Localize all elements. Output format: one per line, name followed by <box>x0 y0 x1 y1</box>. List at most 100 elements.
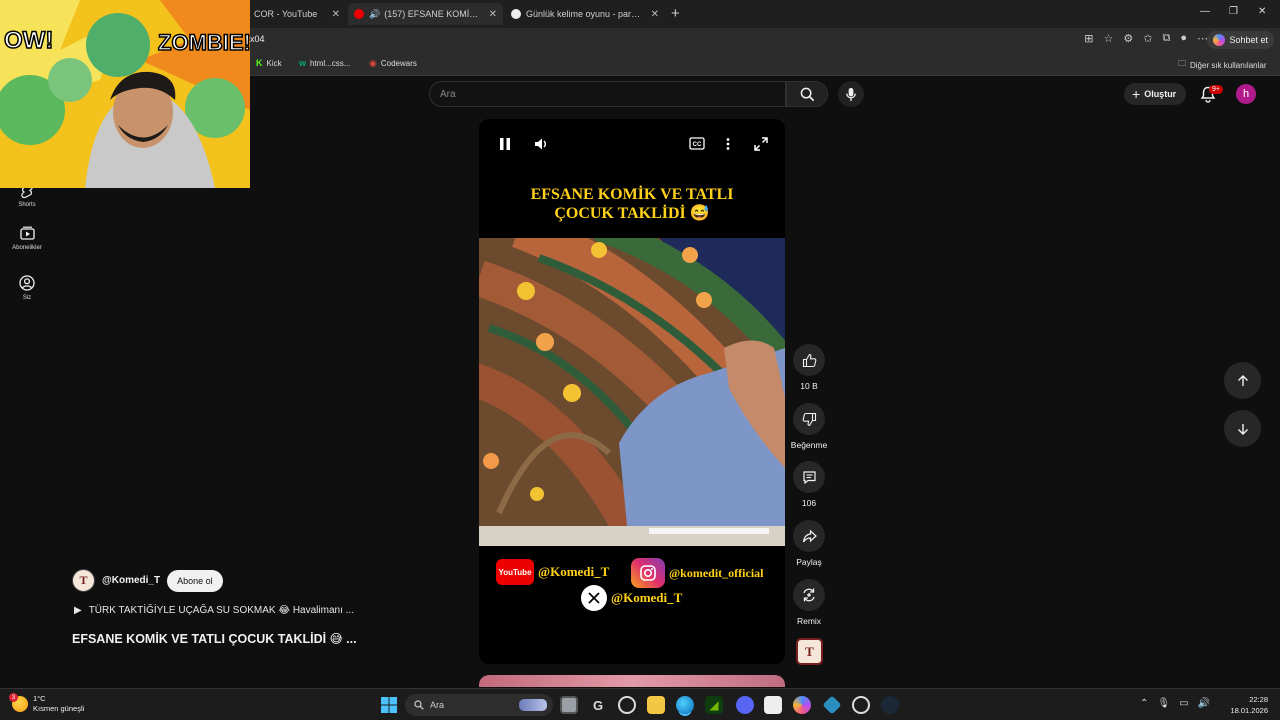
tray-volume-icon[interactable]: 🔊 <box>1198 698 1210 709</box>
favorite-star-icon[interactable]: ☆ <box>1104 32 1114 45</box>
collections-icon[interactable]: ⧉ <box>1162 32 1170 45</box>
chatgpt-icon[interactable] <box>618 696 636 714</box>
sidebar-item-label: Shorts <box>18 202 36 208</box>
bookmark-label: html...css... <box>310 58 351 68</box>
sidebar-item-you[interactable]: Siz <box>6 275 48 301</box>
restore-icon[interactable]: ❐ <box>1229 6 1238 17</box>
shorts-player[interactable]: CC EFSANE KOMİK VE TATLI ÇOCUK TAKLİDİ 😅 <box>479 119 785 664</box>
bookmark-html-css[interactable]: w html...css... <box>299 58 350 68</box>
subscriptions-icon <box>19 226 35 240</box>
overlay-title-line: EFSANE KOMİK VE TATLI <box>530 186 734 203</box>
search-input[interactable] <box>430 82 785 106</box>
copilot-button[interactable]: Sohbet et <box>1207 31 1274 49</box>
url-field[interactable]: x04 <box>250 34 265 44</box>
tray-overflow-icon[interactable]: ⌃ <box>1140 698 1148 709</box>
share-button[interactable] <box>793 520 825 552</box>
close-icon[interactable]: ✕ <box>332 9 340 20</box>
file-explorer-icon[interactable] <box>647 696 665 714</box>
webcam-text-left: OW! <box>4 27 53 54</box>
comment-count: 106 <box>801 498 817 508</box>
account-avatar[interactable]: h <box>1236 84 1256 104</box>
tab-title: COR - YouTube <box>254 9 318 19</box>
weather-widget[interactable]: 3 1°C Kısmen güneşli <box>9 693 85 714</box>
share-label: Paylaş <box>796 557 822 567</box>
copilot-taskbar-icon[interactable]: G <box>589 696 607 714</box>
minimize-icon[interactable]: — <box>1200 6 1210 17</box>
create-button[interactable]: + Oluştur <box>1124 83 1187 105</box>
bookmark-label: Diğer sık kullanılanlar <box>1190 60 1267 70</box>
social-x: @Komedi_T <box>581 585 682 611</box>
remix-button[interactable] <box>793 579 825 611</box>
next-short-preview[interactable] <box>479 675 785 687</box>
copilot-app-icon[interactable] <box>793 696 811 714</box>
app-icon[interactable] <box>764 696 782 714</box>
vscode-icon[interactable] <box>822 695 842 715</box>
new-tab-icon[interactable]: + <box>671 5 680 22</box>
extensions-icon[interactable]: ⚙ <box>1123 32 1133 45</box>
task-view-icon[interactable] <box>560 696 578 714</box>
channel-name[interactable]: @Komedi_T <box>102 575 160 586</box>
profile-icon[interactable]: ● <box>1180 32 1187 45</box>
video-frame-image <box>479 238 785 546</box>
comments-button[interactable] <box>793 461 825 493</box>
subscribe-button[interactable]: Abone ol <box>167 569 223 592</box>
close-icon[interactable]: ✕ <box>651 9 659 20</box>
apps-icon[interactable]: ⊞ <box>1084 32 1093 45</box>
bookmark-codewars[interactable]: ◉ Codewars <box>369 58 417 69</box>
remix-label: Remix <box>796 616 822 626</box>
fullscreen-icon[interactable] <box>754 137 768 151</box>
next-short-button[interactable] <box>1224 410 1261 447</box>
speaker-icon[interactable]: 🔊 <box>369 9 380 20</box>
tab-current-video[interactable]: 🔊 (157) EFSANE KOMİK VE TATLI ÇOCUK TAKL… <box>348 3 503 25</box>
sidebar-item-label: Abonelikler <box>12 245 42 251</box>
tab-parolla[interactable]: Günlük kelime oyunu - parolla - K ✕ <box>505 3 665 25</box>
video-title[interactable]: EFSANE KOMİK VE TATLI ÇOCUK TAKLİDİ 😅 ..… <box>72 631 357 646</box>
volume-icon[interactable] <box>534 137 548 151</box>
edge-browser-icon[interactable] <box>676 696 694 714</box>
more-options-icon[interactable] <box>725 137 731 151</box>
temperature: 1°C <box>33 694 46 703</box>
kick-icon: K <box>256 58 263 68</box>
more-menu-icon[interactable]: ⋯ <box>1197 32 1208 45</box>
search-button[interactable] <box>786 81 828 107</box>
bookmark-kick[interactable]: K Kick <box>256 58 282 68</box>
like-button[interactable] <box>793 344 825 376</box>
previous-short-button[interactable] <box>1224 362 1261 399</box>
instagram-logo-icon <box>631 558 665 588</box>
tab-title: Günlük kelime oyunu - parolla - K <box>526 9 645 19</box>
search-icon <box>800 87 814 101</box>
plus-icon: + <box>1132 86 1141 102</box>
discord-icon[interactable] <box>736 696 754 714</box>
social-handle: @Komedi_T <box>611 590 683 605</box>
windows-start-icon[interactable] <box>381 697 397 713</box>
comment-icon <box>802 470 816 484</box>
captions-icon[interactable]: CC <box>689 137 705 150</box>
taskbar-search[interactable]: Ara <box>405 694 553 716</box>
weather-description: Kısmen güneşli <box>33 704 85 713</box>
sidebar-item-subscriptions[interactable]: Abonelikler <box>6 226 48 251</box>
tray-display-icon[interactable]: ▭ <box>1179 698 1188 709</box>
video-frame <box>479 238 785 546</box>
close-icon[interactable]: ✕ <box>489 9 497 20</box>
voice-search-button[interactable] <box>838 81 864 107</box>
github-icon[interactable] <box>852 696 870 714</box>
dislike-button[interactable] <box>793 403 825 435</box>
nvidia-icon[interactable]: ◢ <box>705 696 723 714</box>
youtube-logo-icon: YouTube <box>496 559 534 585</box>
remix-icon <box>803 588 815 602</box>
taskbar-clock[interactable]: 22:28 18.01.2026 <box>1230 694 1268 716</box>
overlay-title-line: ÇOCUK TAKLİDİ 😅 <box>554 205 710 222</box>
channel-avatar[interactable]: T <box>72 569 95 592</box>
pause-icon[interactable] <box>499 137 511 151</box>
like-count: 10 B <box>800 381 818 391</box>
other-bookmarks[interactable]: 🗀 Diğer sık kullanılanlar <box>1178 58 1266 72</box>
webcam-text-right: ZOMBIE! <box>158 30 250 55</box>
tab-youtube-home[interactable]: COR - YouTube ✕ <box>248 3 346 25</box>
favorites-icon[interactable]: ✩ <box>1143 32 1152 45</box>
steam-icon[interactable] <box>881 696 899 714</box>
tray-microphone-icon[interactable]: 🎙 <box>1157 698 1170 709</box>
video-overlay-title: EFSANE KOMİK VE TATLI ÇOCUK TAKLİDİ 😅 <box>479 185 785 223</box>
window-close-icon[interactable]: ✕ <box>1258 6 1266 17</box>
channel-thumbnail-avatar[interactable]: T <box>796 638 823 665</box>
related-video-link[interactable]: ▶ TÜRK TAKTİĞİYLE UÇAĞA SU SOKMAK 😂 Hava… <box>74 605 354 616</box>
